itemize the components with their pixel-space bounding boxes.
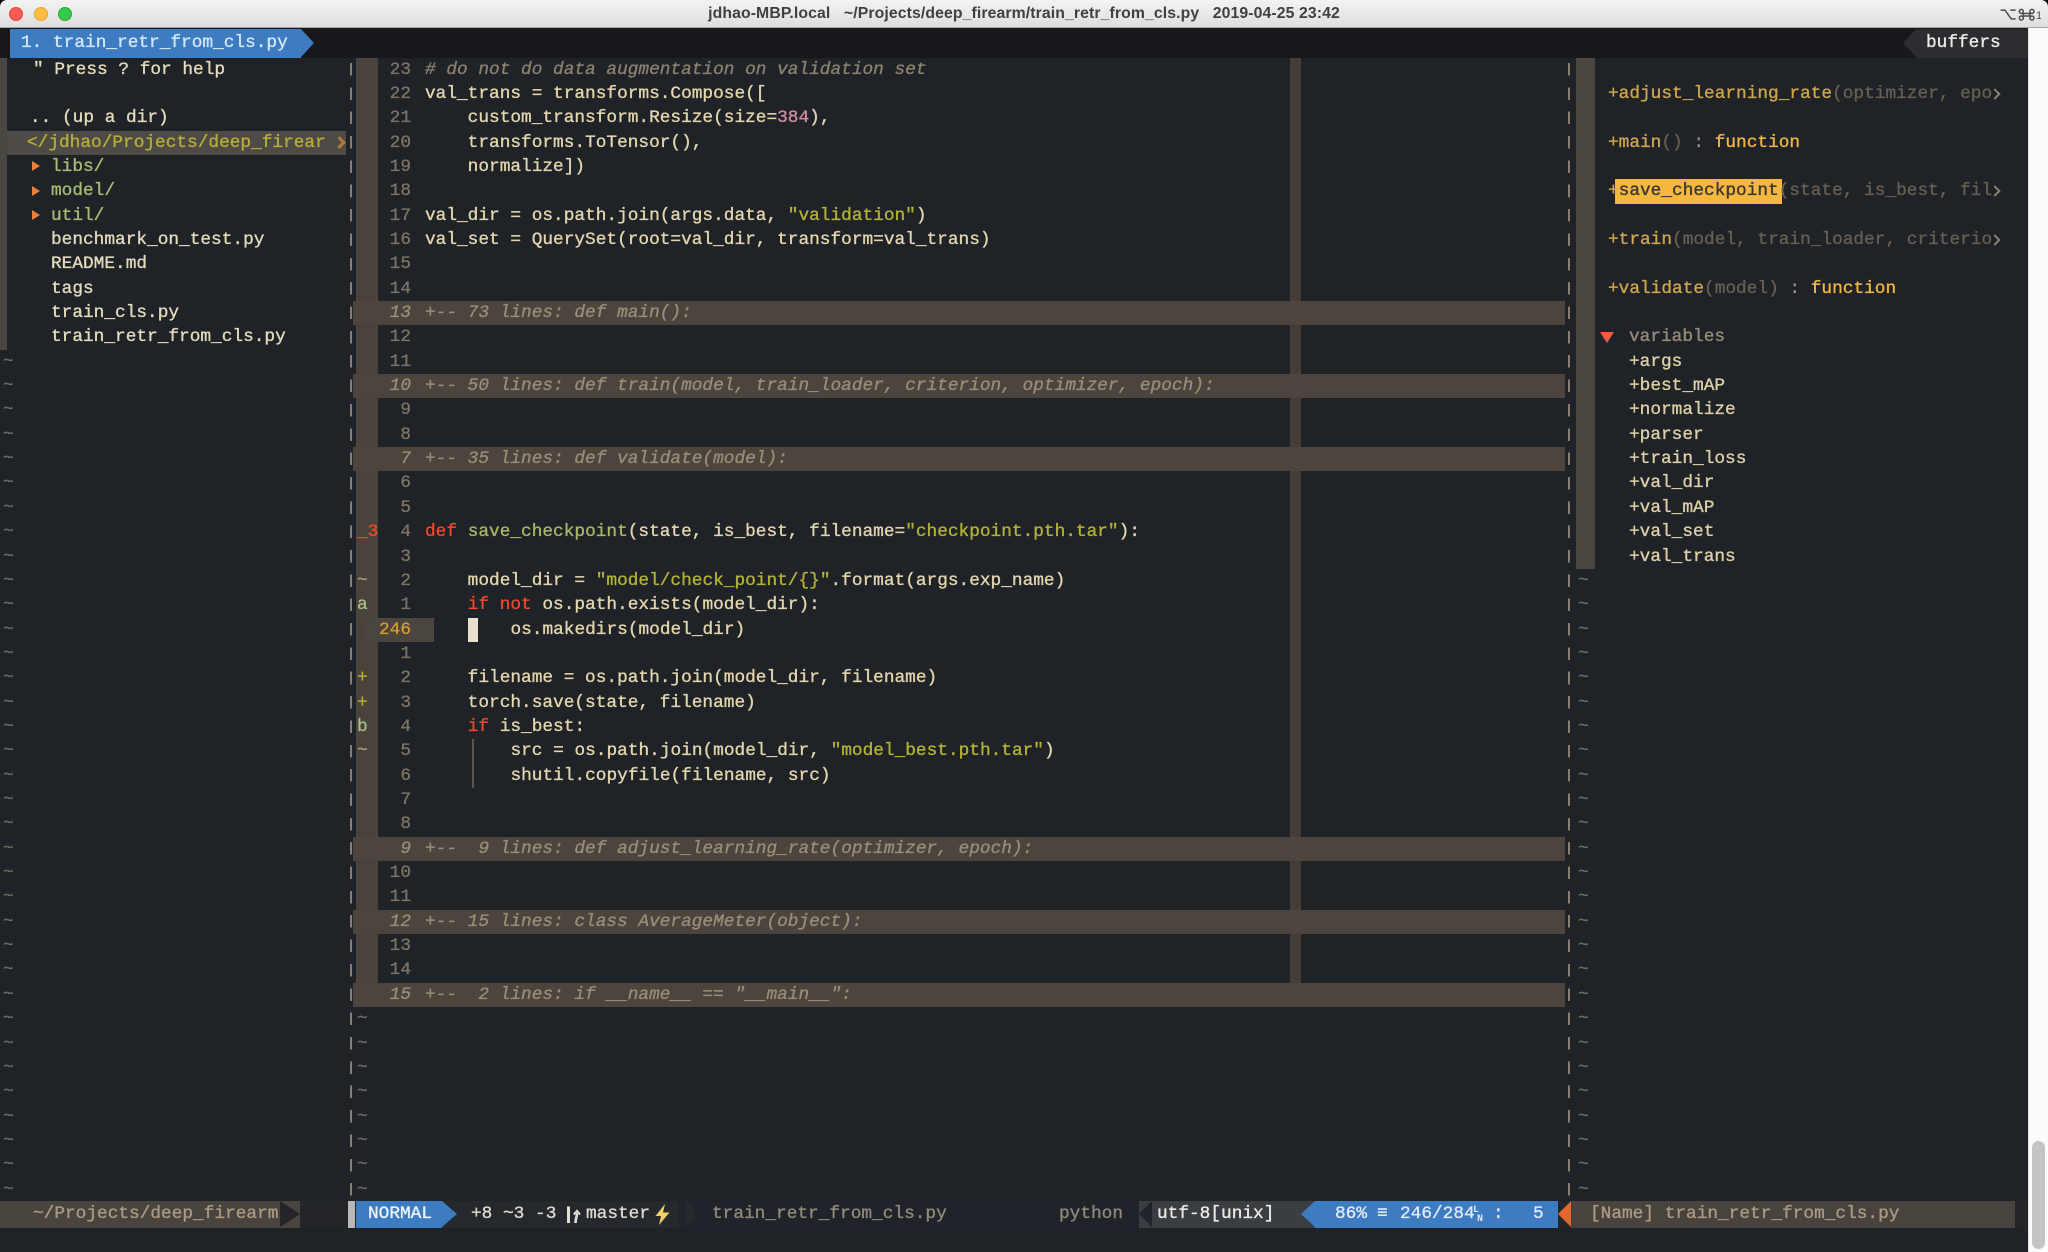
svg-text:1: 1 bbox=[2036, 10, 2041, 22]
